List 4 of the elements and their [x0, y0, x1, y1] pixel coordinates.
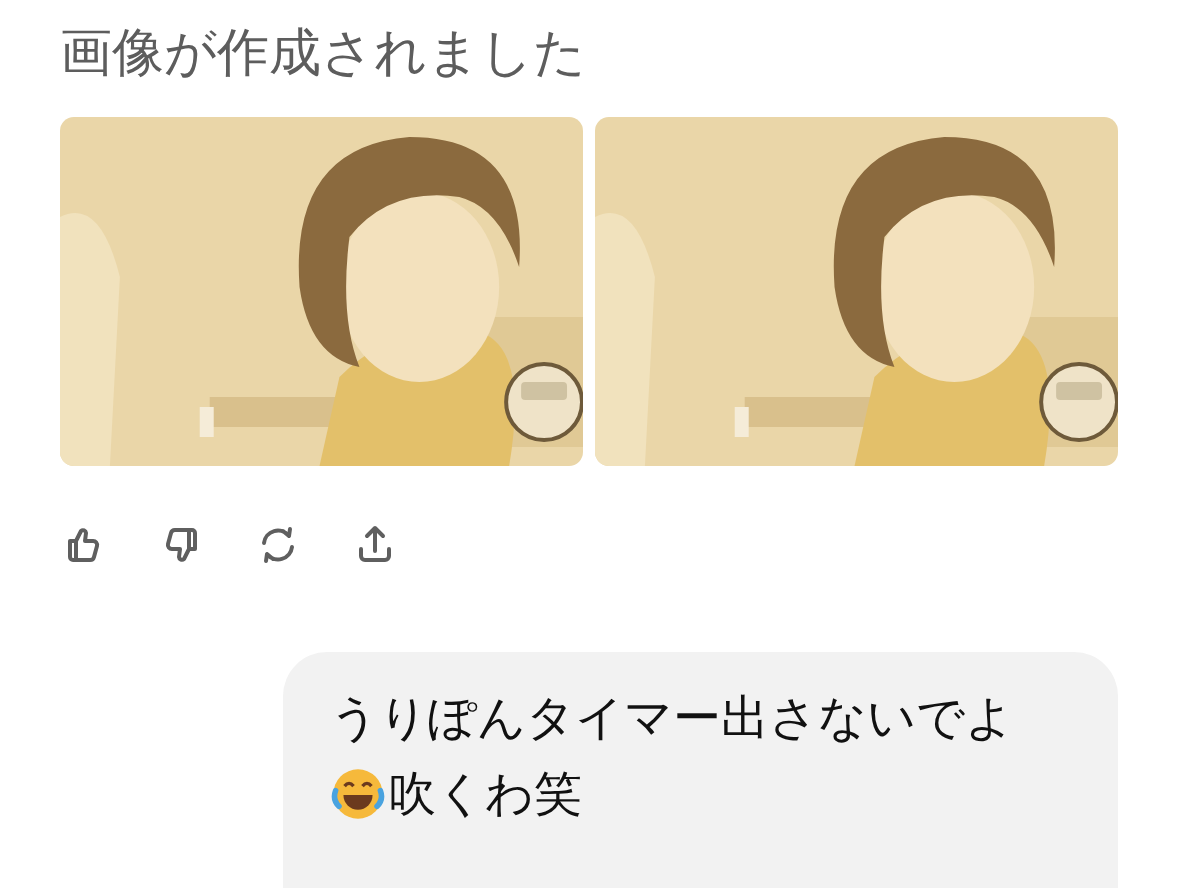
laughing-emoji-icon — [330, 766, 386, 822]
status-heading: 画像が作成されました — [60, 21, 587, 84]
message-text: 吹くわ笑 — [388, 764, 582, 823]
message-text: うりぽんタイマー出さないでよ — [330, 688, 1014, 747]
